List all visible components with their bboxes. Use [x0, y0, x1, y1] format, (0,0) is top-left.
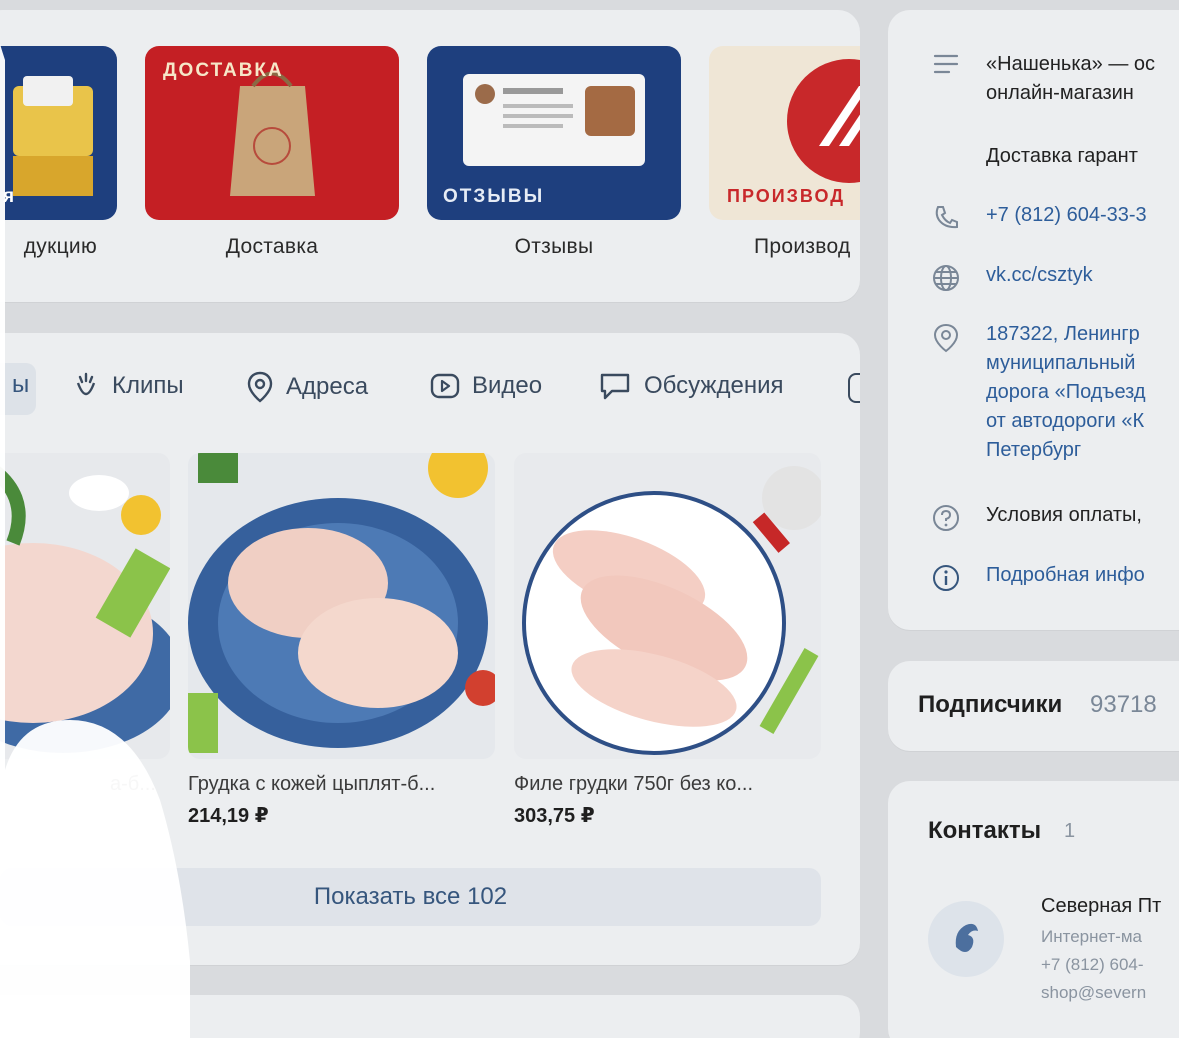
question-icon: [928, 501, 964, 532]
video-icon: [430, 373, 460, 399]
info-icon: [928, 561, 964, 592]
tab-discussions-label: Обсуждения: [644, 372, 784, 399]
payment-text[interactable]: Условия оплаты,: [986, 501, 1142, 532]
tab-clips[interactable]: Клипы: [72, 371, 184, 401]
chicken-fillet-image: [522, 466, 821, 755]
contact-role: Интернет-ма: [1041, 927, 1142, 946]
product-image-2[interactable]: [188, 453, 495, 759]
community-info-card: «Нашенька» — ос онлайн-магазин Доставка …: [888, 10, 1179, 630]
tab-video[interactable]: Видео: [430, 371, 542, 401]
subscribers-count: 93718: [1090, 691, 1157, 718]
tab-addresses-label: Адреса: [286, 373, 369, 400]
cover-label-delivery[interactable]: Доставка: [145, 235, 399, 259]
globe-icon: [928, 261, 964, 292]
contact-email: shop@severn: [1041, 983, 1147, 1002]
info-site[interactable]: vk.cc/csztyk: [928, 261, 1093, 292]
products-section: ы Клипы Адреса Видео Обсуждения а-б... Г…: [0, 333, 860, 965]
cover-tile-word: ОТЗЫВЫ: [443, 186, 545, 207]
bird-logo-icon: [955, 923, 978, 952]
product-name-2[interactable]: Грудка с кожей цыплят-б...: [188, 773, 498, 796]
tab-video-label: Видео: [472, 372, 543, 399]
product-image-1[interactable]: [0, 453, 170, 759]
tab-addresses[interactable]: Адреса: [246, 371, 368, 403]
tab-discussions[interactable]: Обсуждения: [598, 371, 783, 401]
product-price-3: 303,75 ₽: [514, 805, 595, 827]
phone-icon: [928, 201, 964, 230]
contact-avatar[interactable]: [928, 901, 1004, 977]
cover-tile-word: ДОСТАВКА: [163, 60, 284, 81]
text-lines-icon: [928, 50, 964, 108]
description-text: «Нашенька» — ос онлайн-магазин: [986, 53, 1155, 104]
cover-tile-production[interactable]: ПРОИЗВОД: [709, 46, 860, 220]
cover-strip: я дукцию ДОСТАВКА Доставка ОТЗЫВЫ Отзывы: [0, 10, 860, 302]
tab-products-label: ы: [12, 371, 30, 398]
details-link[interactable]: Подробная инфо: [986, 561, 1145, 592]
contacts-card: Контакты 1 Северная Пт Интернет-ма +7 (8…: [888, 781, 1179, 1038]
product-image-3[interactable]: [514, 453, 821, 759]
contact-name[interactable]: Северная Пт: [1041, 895, 1161, 918]
product-name-1[interactable]: а-б...: [110, 773, 170, 796]
subscribers-label: Подписчики: [918, 691, 1063, 718]
basket-illustration: [13, 76, 93, 196]
info-description: «Нашенька» — ос онлайн-магазин: [928, 50, 1155, 108]
info-address[interactable]: 187322, Ленингр муниципальный дорога «По…: [928, 320, 1146, 465]
clips-icon: [76, 372, 96, 396]
info-details[interactable]: Подробная инфо: [928, 561, 1145, 592]
cover-tile-products[interactable]: я: [0, 46, 117, 220]
cover-tile-delivery[interactable]: ДОСТАВКА: [145, 46, 399, 220]
chicken-image: [0, 466, 170, 753]
tab-more-partial[interactable]: [848, 373, 860, 403]
contacts-label[interactable]: Контакты: [928, 817, 1041, 845]
address-link[interactable]: 187322, Ленингр муниципальный дорога «По…: [986, 320, 1146, 465]
cover-tile-word: ПРОИЗВОД: [727, 186, 846, 206]
contacts-count: 1: [1064, 820, 1076, 842]
discussion-icon: [600, 373, 630, 400]
product-name-3[interactable]: Филе грудки 750г без ко...: [514, 773, 824, 796]
next-section-card: [0, 995, 860, 1038]
site-link[interactable]: vk.cc/csztyk: [986, 261, 1093, 292]
contact-phone: +7 (812) 604-: [1041, 955, 1144, 974]
product-price-2: 214,19 ₽: [188, 805, 269, 827]
info-payment[interactable]: Условия оплаты,: [928, 501, 1142, 532]
cover-label-reviews[interactable]: Отзывы: [427, 235, 681, 259]
show-all-products-button[interactable]: Показать все 102: [0, 868, 821, 926]
cover-tile-word: я: [3, 186, 17, 207]
cover-tile-reviews[interactable]: ОТЗЫВЫ: [427, 46, 681, 220]
tab-clips-label: Клипы: [112, 372, 184, 399]
subscribers-card[interactable]: Подписчики 93718: [888, 661, 1179, 751]
phone-link[interactable]: +7 (812) 604-33-3: [986, 201, 1147, 230]
cover-label-production[interactable]: Производ: [709, 235, 860, 259]
info-phone[interactable]: +7 (812) 604-33-3: [928, 201, 1147, 230]
cover-label-products[interactable]: дукцию: [0, 235, 117, 259]
chicken-breast-image: [188, 453, 495, 753]
delivery-text: Доставка гарант: [986, 145, 1138, 167]
location-icon: [928, 320, 964, 465]
info-delivery: Доставка гарант: [928, 142, 1138, 171]
location-icon: [247, 371, 273, 403]
